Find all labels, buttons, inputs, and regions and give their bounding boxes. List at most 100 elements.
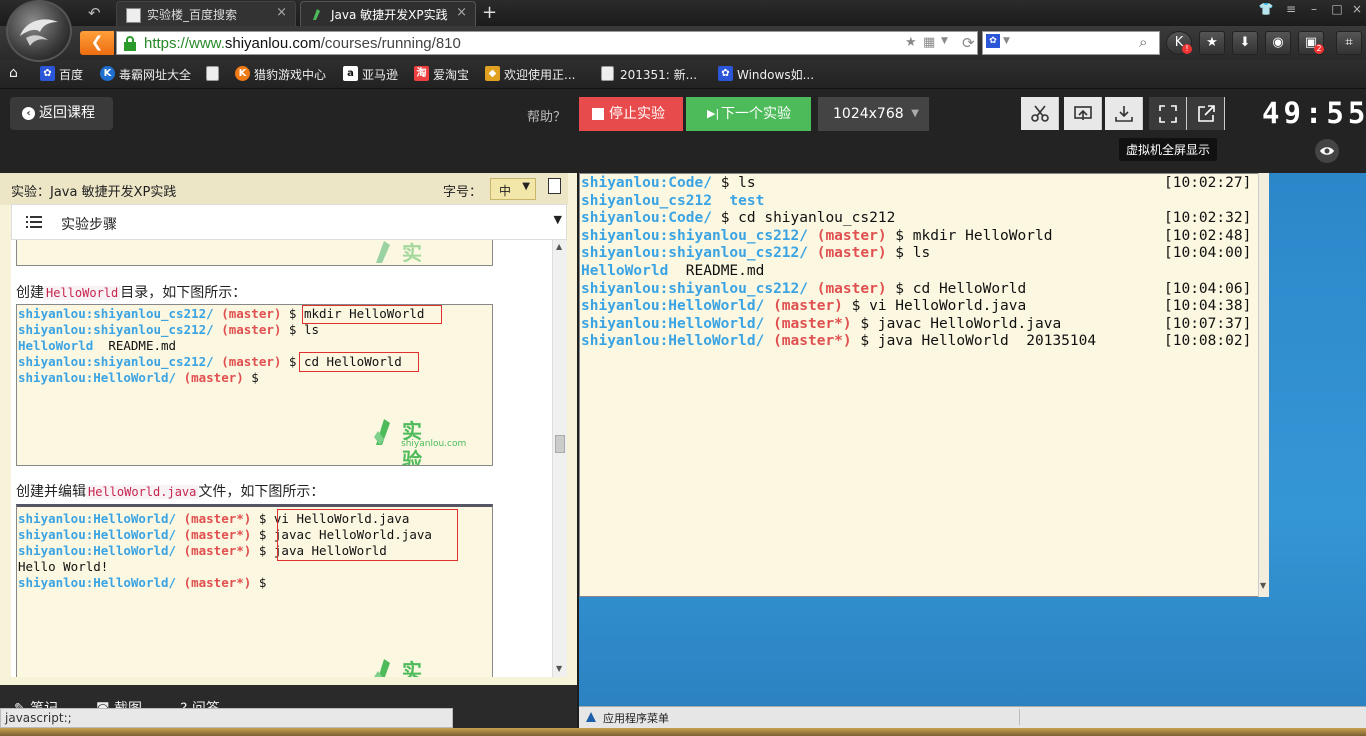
dropdown-icon[interactable]: ▼ [941,36,948,46]
terminal-text: (master) [213,322,282,337]
bookmark-taobao[interactable]: 淘爱淘宝 [414,66,469,83]
help-link[interactable]: 帮助？ [527,106,566,125]
terminal-text: shiyanlou [581,175,660,191]
next-experiment-button[interactable]: ▶| 下一个实验 [686,97,811,131]
fullscreen-button[interactable] [1149,97,1187,130]
terminal-text: (master) [213,354,282,369]
terminal-text: :shiyanlou_cs212/ [659,280,808,297]
scroll-down-icon[interactable]: ▼ [556,664,562,673]
steps-dropdown[interactable]: 实验步骤 ▼ [11,204,567,240]
download-vm-button[interactable] [1105,97,1143,130]
new-tab-button[interactable]: + [482,2,497,23]
stop-experiment-button[interactable]: 停止实验 [579,97,683,131]
vm-terminal-scrollbar[interactable]: ▼ [1258,173,1269,597]
bookmark-amazon[interactable]: a 亚马逊 [343,66,398,83]
external-link-icon [1198,105,1215,122]
terminal-text: $ ls [281,322,320,337]
bookmark-welcome[interactable]: ◆ 欢迎使用正... [485,66,575,83]
close-window-icon[interactable]: × [1346,2,1366,16]
scroll-down-icon[interactable]: ▼ [1260,581,1266,590]
scissors-button[interactable] [1021,97,1059,130]
terminal-text: Hello World! [18,559,109,574]
terminal-screenshot: shiyanlou:shiyanlou_cs212/ (master) $ mk… [16,304,493,466]
bookmark-label: 毒霸网址大全 [119,68,192,82]
back-button[interactable]: ❮ [80,31,114,55]
highlight-box [299,352,419,372]
bookmark-duba[interactable]: K 毒霸网址大全 [100,66,191,83]
bookmark-label: Windows如... [737,68,815,82]
terminal-line: shiyanlou:shiyanlou_cs212/ (master) $ ls [18,322,319,338]
close-tab-icon[interactable]: × [456,5,467,20]
app-menu-label[interactable]: 应用程序菜单 [603,710,669,726]
share-screen-button[interactable] [1064,97,1102,130]
minimize-icon[interactable]: – [1303,2,1325,16]
terminal-timestamp: [10:02:32] [1164,210,1252,227]
close-tab-icon[interactable]: × [276,5,287,20]
bookmark-201351[interactable]: 201351: 新... [601,66,697,83]
terminal-line: shiyanlou:shiyanlou_cs212/ (master) $ mk… [581,228,1052,246]
terminal-text: shiyanlou [18,543,86,558]
search-box[interactable]: ✿ ▼ ⌕ [982,31,1160,55]
open-new-window-button[interactable] [1187,97,1225,130]
cheetah-icon [20,19,58,46]
document-icon[interactable] [548,178,561,194]
qr-icon[interactable]: ▦ [923,35,935,50]
terminal-text: (master*) [764,333,852,350]
bookmark-game-center[interactable]: K 猎豹游戏中心 [235,66,326,83]
page-icon [601,66,614,81]
refresh-icon[interactable]: ⟳ [962,34,975,52]
tab-baidu-search[interactable]: 实验楼_百度搜索 × [116,1,296,26]
home-icon[interactable]: ⌂ [9,65,18,81]
share-screen-icon [1074,106,1092,120]
scroll-thumb[interactable] [555,435,565,453]
shiyanlou-logo-icon [374,659,390,677]
star-icon[interactable]: ★ [905,35,917,50]
search-icon[interactable]: ⌕ [1139,33,1147,51]
bookmark-label: 猎豹游戏中心 [254,68,327,82]
gamepad-icon[interactable]: ◉ [1265,31,1291,55]
tv-icon[interactable]: ▣ 2 [1298,31,1324,55]
menu-icon[interactable]: ≡ [1280,2,1302,16]
return-course-button[interactable]: ‹ 返回课程 [10,97,113,130]
baidu-paw-icon[interactable]: ✿ [986,34,1000,48]
bookmark-windows[interactable]: ✿ Windows如... [718,66,814,83]
eye-toggle-button[interactable] [1315,139,1339,163]
dropdown-icon[interactable]: ▼ [1003,36,1010,46]
download-icon[interactable]: ⬇ [1232,31,1258,55]
terminal-text: shiyanlou [581,210,660,227]
tab-java-xp[interactable]: Java 敏捷开发XP实践 × [300,1,476,26]
list-icon [26,216,42,228]
terminal-text: :HelloWorld/ [85,527,177,542]
bookmark-baidu[interactable]: ✿ 百度 [40,66,83,83]
resolution-select[interactable]: 1024x768 ▼ [818,97,929,131]
terminal-timestamp: [10:08:02] [1164,333,1252,350]
skin-icon[interactable]: 👕 [1255,2,1277,16]
vm-terminal[interactable]: shiyanlou:Code/ $ ls [10:02:27] shiyanlou_… [579,173,1269,597]
bookmark-label: 201351: 新... [620,68,698,82]
terminal-text: :HelloWorld/ [85,511,177,526]
k-account-icon[interactable]: K! [1166,31,1192,55]
step-paragraph: 创建并编辑 HelloWorld.java 文件，如下图所示： [16,481,324,501]
screenshot-fragment: 实验楼 [16,240,493,266]
terminal-text: :Code/ [659,175,712,191]
tab-label: 实验楼_百度搜索 [147,8,238,22]
terminal-text: $ mkdir HelloWorld [886,227,1053,244]
font-size-select[interactable]: 中 ▼ [490,178,536,200]
para-text: 创建 [16,285,44,301]
terminal-text: :shiyanlou_cs212/ [659,245,808,262]
address-bar[interactable]: https://www.shiyanlou.com/courses/runnin… [116,31,978,55]
favorites-icon[interactable]: ★ [1199,31,1225,55]
browser-logo[interactable] [6,0,72,62]
terminal-text: :Code/ [659,210,712,227]
url-text[interactable]: https://www.shiyanlou.com/courses/runnin… [144,35,461,52]
maximize-icon[interactable]: □ [1326,2,1348,16]
instructions-scrollbar[interactable]: ▲ ▼ [552,240,567,677]
game-center-icon: K [235,66,250,81]
undo-close-tab-icon[interactable]: ↶ [88,4,101,22]
menu-icon[interactable]: ⌗ [1336,31,1362,55]
baidu-icon: ✿ [40,66,55,81]
scroll-up-icon[interactable]: ▲ [556,242,562,251]
font-size-label: 字号： [443,185,483,200]
stop-square-icon [592,108,604,120]
terminal-text: :shiyanlou_cs212/ [659,227,808,244]
